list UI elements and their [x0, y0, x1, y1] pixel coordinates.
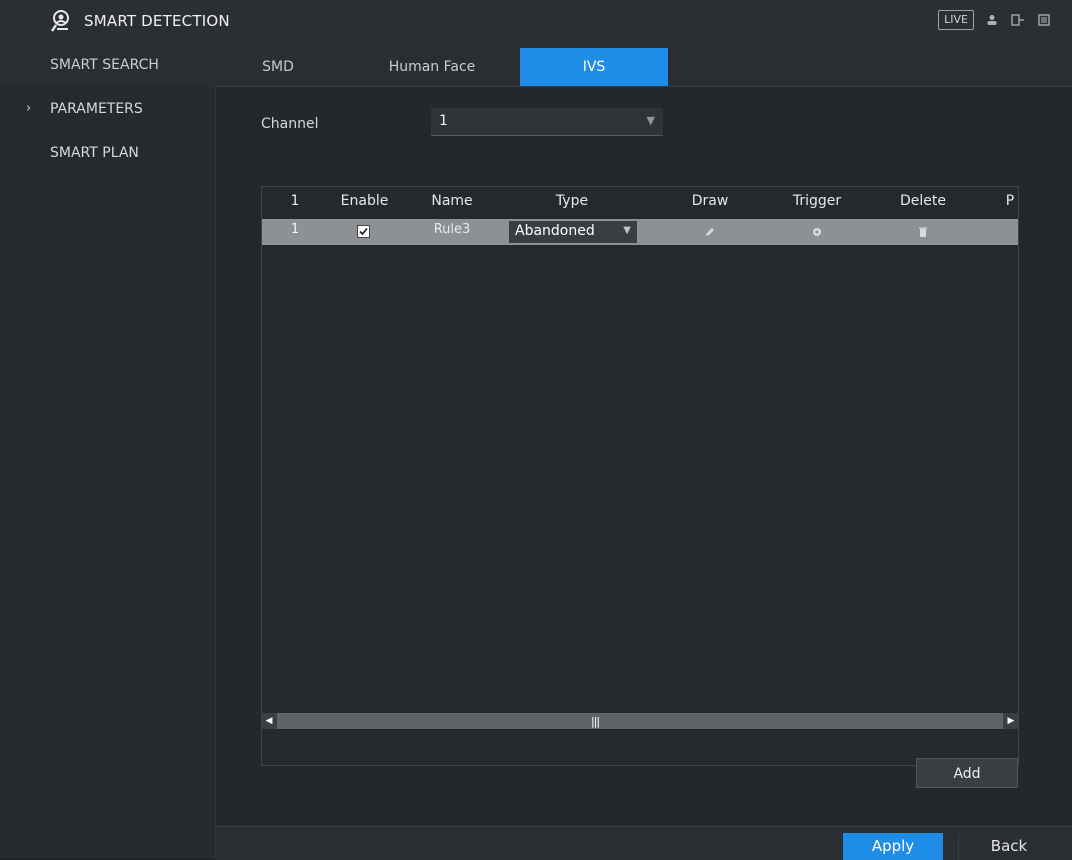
enable-checkbox[interactable]	[357, 225, 370, 238]
sidebar: › PARAMETERS SMART PLAN	[0, 86, 216, 859]
table-header: 1 Enable Name Type Draw Trigger Delete P	[262, 187, 1018, 219]
gear-icon[interactable]	[809, 224, 825, 240]
back-button[interactable]: Back	[958, 833, 1059, 860]
main-content: Channel 1 ▼ 1 Enable Name Type Draw Trig…	[216, 86, 1072, 826]
apply-button[interactable]: Apply	[843, 833, 943, 860]
column-delete: Delete	[900, 193, 946, 209]
pencil-icon[interactable]	[702, 224, 718, 240]
chevron-right-icon: ›	[26, 101, 32, 116]
column-name: Name	[431, 193, 473, 209]
tab-smart-search[interactable]: SMART SEARCH	[0, 44, 215, 86]
rules-table: 1 Enable Name Type Draw Trigger Delete P…	[261, 186, 1019, 766]
channel-label: Channel	[261, 116, 319, 132]
tab-human-face[interactable]: Human Face	[373, 48, 491, 86]
column-trigger: Trigger	[792, 193, 842, 209]
menu-grid-icon[interactable]	[1036, 12, 1052, 28]
table-row[interactable]: 1 Rule3 Abandoned ▼	[262, 219, 1018, 245]
scroll-thumb[interactable]: |||	[591, 715, 600, 728]
title-bar: SMART DETECTION LIVE	[0, 0, 1072, 45]
logout-icon[interactable]	[1010, 12, 1026, 28]
channel-select[interactable]: 1 ▼	[431, 108, 663, 136]
row-index: 1	[290, 222, 300, 237]
smart-detection-icon	[48, 7, 76, 35]
tab-row: SMART SEARCH SMD Human Face IVS	[0, 44, 1072, 87]
user-icon[interactable]	[984, 12, 1000, 28]
trash-icon[interactable]	[915, 224, 931, 240]
sidebar-item-label: SMART PLAN	[50, 145, 139, 161]
sidebar-item-label: PARAMETERS	[50, 101, 143, 117]
live-button[interactable]: LIVE	[938, 10, 974, 30]
footer-bar: Apply Back	[216, 826, 1072, 860]
app-window: SMART DETECTION LIVE SMART SEARCH SMD Hu…	[0, 0, 1072, 860]
scroll-left-icon[interactable]: ◀	[261, 713, 277, 729]
tab-ivs[interactable]: IVS	[520, 48, 668, 86]
column-index: 1	[290, 193, 300, 209]
column-enable: Enable	[340, 193, 389, 209]
add-button[interactable]: Add	[916, 758, 1018, 788]
chevron-down-icon: ▼	[646, 114, 655, 127]
type-value: Abandoned	[515, 223, 595, 239]
chevron-down-icon: ▼	[623, 225, 631, 236]
horizontal-scrollbar[interactable]: ◀ ||| ▶	[261, 713, 1019, 729]
column-type: Type	[555, 193, 589, 209]
page-title: SMART DETECTION	[84, 12, 230, 30]
sidebar-item-parameters[interactable]: › PARAMETERS	[0, 92, 215, 126]
sidebar-item-smart-plan[interactable]: SMART PLAN	[0, 136, 215, 170]
type-select[interactable]: Abandoned ▼	[509, 221, 637, 243]
channel-value: 1	[439, 113, 448, 129]
row-name[interactable]: Rule3	[422, 222, 482, 237]
title-group: SMART DETECTION	[48, 7, 230, 35]
column-draw: Draw	[691, 193, 729, 209]
tab-smd[interactable]: SMD	[233, 48, 323, 86]
scroll-right-icon[interactable]: ▶	[1003, 713, 1019, 729]
title-actions: LIVE	[938, 10, 1052, 30]
column-p: P	[1005, 193, 1015, 209]
